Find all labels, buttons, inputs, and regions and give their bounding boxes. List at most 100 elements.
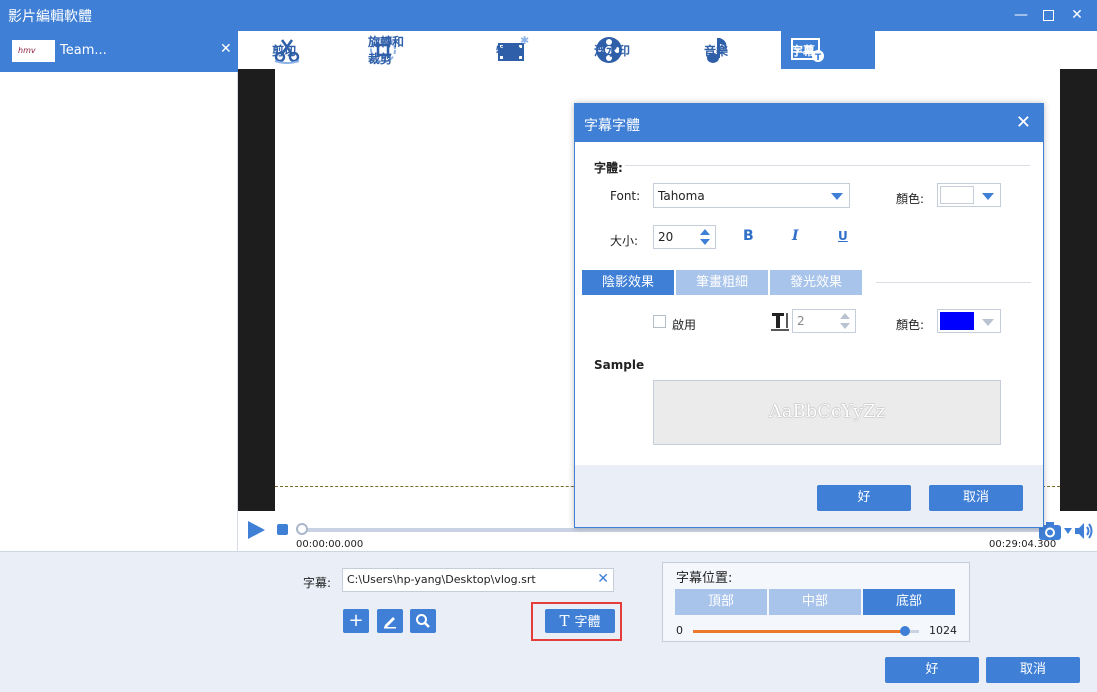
- effect-size-stepper[interactable]: 2: [792, 309, 856, 333]
- maximize-button[interactable]: [1038, 4, 1058, 26]
- tab-label: 旋轉和裁剪: [368, 35, 405, 66]
- remove-file-icon[interactable]: ✕: [220, 41, 232, 57]
- enable-effect-label: 啟用: [672, 318, 697, 332]
- tab-rotate-crop[interactable]: 旋轉和裁剪: [368, 31, 408, 69]
- dialog-footer: 好 取消: [575, 465, 1043, 527]
- tab-stroke-width[interactable]: 筆畫粗細: [676, 270, 768, 295]
- dialog-cancel-button[interactable]: 取消: [929, 485, 1023, 511]
- chevron-down-icon: [831, 193, 843, 200]
- stepper-down-icon[interactable]: [700, 239, 710, 245]
- tab-label: 字幕: [791, 43, 816, 58]
- search-icon: [416, 614, 430, 628]
- timeline-track[interactable]: [302, 528, 1044, 532]
- dialog-close-icon[interactable]: ✕: [1016, 112, 1031, 133]
- font-color-swatch: [940, 186, 974, 204]
- subtitle-position-group: 字幕位置: 頂部 中部 底部 0 1024: [662, 562, 970, 642]
- text-t-icon: T: [559, 612, 570, 630]
- effect-size-value: 2: [797, 314, 805, 328]
- subtitle-file-label: 字幕:: [303, 576, 332, 590]
- font-button-label: 字體: [574, 615, 601, 630]
- current-time: 00:00:00.000: [296, 539, 364, 550]
- close-window-button[interactable]: ✕: [1067, 4, 1087, 26]
- timeline-knob[interactable]: [296, 523, 308, 535]
- play-icon[interactable]: [246, 520, 266, 540]
- maximize-icon: [1042, 10, 1054, 21]
- position-bottom-button[interactable]: 底部: [863, 589, 955, 615]
- font-size-stepper[interactable]: 20: [653, 225, 716, 249]
- tab-watermark[interactable]: 浮水印: [594, 31, 636, 69]
- font-select[interactable]: Tahoma: [653, 183, 850, 208]
- font-section-label: 字體:: [594, 161, 623, 175]
- effect-color-label: 顏色:: [896, 318, 925, 332]
- chevron-down-icon: [982, 319, 994, 326]
- plus-icon: +: [348, 610, 364, 631]
- font-preview-box: AaBbCcYyZz: [653, 380, 1001, 445]
- position-top-button[interactable]: 頂部: [675, 589, 767, 615]
- file-name: Team...: [60, 43, 107, 58]
- position-max-label: 1024: [929, 624, 957, 637]
- underline-button[interactable]: U: [838, 229, 848, 243]
- stop-icon[interactable]: [277, 524, 288, 535]
- tab-label: 特效: [496, 43, 521, 58]
- stepper-up-icon[interactable]: [700, 229, 710, 235]
- search-subtitle-button[interactable]: [410, 609, 436, 633]
- font-label: Font:: [610, 189, 641, 203]
- ok-button[interactable]: 好: [885, 657, 979, 683]
- title-bar: 影片編輯軟體 — ✕: [0, 0, 1097, 31]
- enable-effect-checkbox[interactable]: [653, 315, 666, 328]
- effect-color-picker[interactable]: [937, 309, 1001, 333]
- add-subtitle-button[interactable]: +: [343, 609, 369, 633]
- edit-tab-bar: 剪切 旋轉和裁剪 ✱ 特效 浮水印 音樂 SUB T 字幕: [238, 31, 1097, 69]
- tab-label: 剪切: [272, 43, 297, 58]
- subtitle-position-title: 字幕位置:: [676, 571, 733, 586]
- size-label: 大小:: [610, 234, 639, 248]
- section-divider: [625, 165, 1030, 166]
- position-min-label: 0: [676, 624, 683, 637]
- tab-label: 浮水印: [594, 43, 631, 58]
- svg-text:✱: ✱: [520, 35, 529, 47]
- font-select-value: Tahoma: [658, 189, 705, 203]
- subtitle-font-dialog: 字幕字體 ✕ 字體: Font: Tahoma 顏色: 大小: 20 B I U…: [574, 103, 1044, 528]
- font-preview-text: AaBbCcYyZz: [768, 401, 886, 422]
- stepper-down-icon[interactable]: [840, 323, 850, 329]
- edit-subtitle-button[interactable]: [377, 609, 403, 633]
- bold-button[interactable]: B: [743, 228, 754, 244]
- tab-subtitle[interactable]: SUB T 字幕: [781, 31, 875, 69]
- file-list-panel: hmv Team... ✕: [0, 31, 238, 551]
- tab-effects[interactable]: ✱ 特效: [496, 31, 540, 69]
- font-button[interactable]: T 字體: [545, 609, 615, 633]
- tab-music[interactable]: 音樂: [704, 31, 744, 69]
- dialog-title: 字幕字體: [584, 118, 640, 134]
- window-title: 影片編輯軟體: [8, 9, 92, 25]
- chevron-down-icon[interactable]: [1064, 528, 1072, 534]
- chevron-down-icon: [982, 193, 994, 200]
- subtitle-file-input[interactable]: C:\Users\hp-yang\Desktop\vlog.srt ✕: [342, 568, 614, 592]
- font-color-picker[interactable]: [937, 183, 1001, 207]
- position-slider-fill: [693, 630, 905, 633]
- tab-label: 音樂: [704, 43, 729, 58]
- sample-label: Sample: [594, 358, 645, 372]
- section-divider: [876, 282, 1031, 283]
- tab-shadow-effect[interactable]: 陰影效果: [582, 270, 674, 295]
- text-size-icon: [771, 313, 789, 331]
- subtitle-settings-panel: 字幕: C:\Users\hp-yang\Desktop\vlog.srt ✕ …: [0, 551, 1097, 692]
- cancel-button[interactable]: 取消: [986, 657, 1080, 683]
- subtitle-file-path: C:\Users\hp-yang\Desktop\vlog.srt: [347, 573, 536, 586]
- position-slider-knob[interactable]: [900, 626, 910, 636]
- italic-button[interactable]: I: [792, 228, 799, 244]
- position-middle-button[interactable]: 中部: [769, 589, 861, 615]
- stepper-up-icon[interactable]: [840, 313, 850, 319]
- clear-icon[interactable]: ✕: [597, 571, 609, 587]
- tab-cut[interactable]: 剪切: [272, 31, 312, 69]
- file-list-item[interactable]: hmv Team... ✕: [0, 31, 238, 72]
- tab-glow-effect[interactable]: 發光效果: [770, 270, 862, 295]
- dialog-ok-button[interactable]: 好: [817, 485, 911, 511]
- minimize-button[interactable]: —: [1011, 4, 1031, 26]
- effect-color-swatch: [940, 312, 974, 330]
- svg-text:T: T: [815, 53, 822, 63]
- volume-icon[interactable]: [1074, 522, 1094, 540]
- font-color-label: 顏色:: [896, 192, 925, 206]
- dialog-header: 字幕字體 ✕: [575, 104, 1043, 142]
- pencil-icon: [384, 617, 396, 629]
- font-size-value: 20: [658, 230, 674, 244]
